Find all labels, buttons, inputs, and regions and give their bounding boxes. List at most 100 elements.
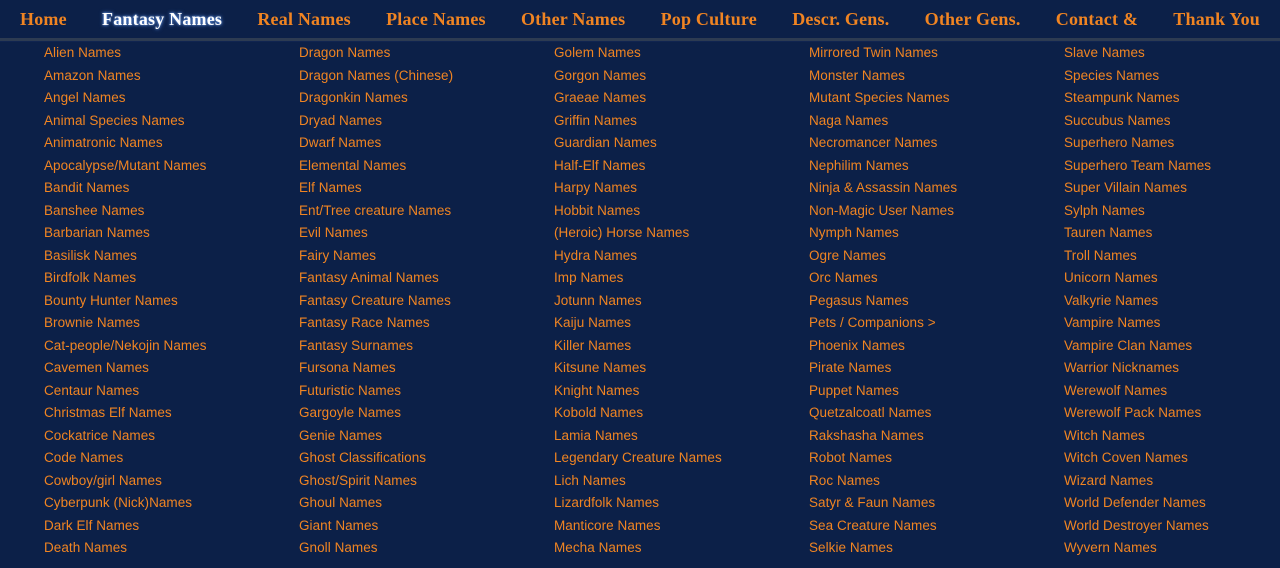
menu-link[interactable]: Mirrored Twin Names	[809, 42, 1064, 65]
menu-link[interactable]: Golem Names	[554, 42, 809, 65]
menu-link[interactable]: Naga Names	[809, 110, 1064, 133]
nav-item-other-names[interactable]: Other Names	[515, 0, 631, 38]
menu-link[interactable]: Animal Species Names	[44, 110, 299, 133]
menu-link[interactable]: Graeae Names	[554, 87, 809, 110]
menu-link[interactable]: Warrior Nicknames	[1064, 357, 1280, 380]
menu-link[interactable]: Monster Names	[809, 65, 1064, 88]
menu-link[interactable]: Code Names	[44, 447, 299, 470]
menu-link[interactable]: Barbarian Names	[44, 222, 299, 245]
menu-link[interactable]: Orc Names	[809, 267, 1064, 290]
menu-link[interactable]: Angel Names	[44, 87, 299, 110]
menu-link[interactable]: Ninja & Assassin Names	[809, 177, 1064, 200]
menu-link[interactable]: Cockatrice Names	[44, 425, 299, 448]
menu-link[interactable]: Elemental Names	[299, 155, 554, 178]
menu-link[interactable]: Dark Elf Names	[44, 515, 299, 538]
menu-link[interactable]: Pets / Companions >	[809, 312, 1064, 335]
nav-item-fantasy-names[interactable]: Fantasy Names	[96, 0, 228, 38]
menu-link[interactable]: Dragon Names	[299, 42, 554, 65]
menu-link[interactable]: Mecha Names	[554, 537, 809, 560]
menu-link[interactable]: Pirate Names	[809, 357, 1064, 380]
menu-link[interactable]: Troll Names	[1064, 245, 1280, 268]
menu-link[interactable]: Half-Elf Names	[554, 155, 809, 178]
menu-link[interactable]: Lizardfolk Names	[554, 492, 809, 515]
menu-link[interactable]: Genie Names	[299, 425, 554, 448]
menu-link[interactable]: Evil Names	[299, 222, 554, 245]
menu-link[interactable]: Imp Names	[554, 267, 809, 290]
menu-link[interactable]: World Destroyer Names	[1064, 515, 1280, 538]
menu-link[interactable]: Giant Names	[299, 515, 554, 538]
menu-link[interactable]: Sea Creature Names	[809, 515, 1064, 538]
menu-link[interactable]: Super Villain Names	[1064, 177, 1280, 200]
menu-link[interactable]: Vampire Names	[1064, 312, 1280, 335]
menu-link[interactable]: Fantasy Animal Names	[299, 267, 554, 290]
menu-link[interactable]: Centaur Names	[44, 380, 299, 403]
menu-link[interactable]: Lich Names	[554, 470, 809, 493]
menu-link[interactable]: Dragon Names (Chinese)	[299, 65, 554, 88]
menu-link[interactable]: Alien Names	[44, 42, 299, 65]
menu-link[interactable]: Dwarf Names	[299, 132, 554, 155]
menu-link[interactable]: Superhero Names	[1064, 132, 1280, 155]
nav-item-pop-culture[interactable]: Pop Culture	[655, 0, 763, 38]
menu-link[interactable]: Apocalypse/Mutant Names	[44, 155, 299, 178]
menu-link[interactable]: Species Names	[1064, 65, 1280, 88]
menu-link[interactable]: Wyvern Names	[1064, 537, 1280, 560]
menu-link[interactable]: Guardian Names	[554, 132, 809, 155]
menu-link[interactable]: Ogre Names	[809, 245, 1064, 268]
menu-link[interactable]: Non-Magic User Names	[809, 200, 1064, 223]
menu-link[interactable]: Harpy Names	[554, 177, 809, 200]
menu-link[interactable]: Valkyrie Names	[1064, 290, 1280, 313]
menu-link[interactable]: Quetzalcoatl Names	[809, 402, 1064, 425]
menu-link[interactable]: Slave Names	[1064, 42, 1280, 65]
menu-link[interactable]: Killer Names	[554, 335, 809, 358]
menu-link[interactable]: Kaiju Names	[554, 312, 809, 335]
menu-link[interactable]: Satyr & Faun Names	[809, 492, 1064, 515]
menu-link[interactable]: Ghost/Spirit Names	[299, 470, 554, 493]
menu-link[interactable]: Superhero Team Names	[1064, 155, 1280, 178]
menu-link[interactable]: Cowboy/girl Names	[44, 470, 299, 493]
menu-link[interactable]: Brownie Names	[44, 312, 299, 335]
menu-link[interactable]: Kitsune Names	[554, 357, 809, 380]
menu-link[interactable]: Banshee Names	[44, 200, 299, 223]
menu-link[interactable]: (Heroic) Horse Names	[554, 222, 809, 245]
menu-link[interactable]: Steampunk Names	[1064, 87, 1280, 110]
menu-link[interactable]: Dragonkin Names	[299, 87, 554, 110]
menu-link[interactable]: Werewolf Pack Names	[1064, 402, 1280, 425]
menu-link[interactable]: Ghost Classifications	[299, 447, 554, 470]
menu-link[interactable]: Futuristic Names	[299, 380, 554, 403]
nav-item-descr-gens[interactable]: Descr. Gens.	[786, 0, 895, 38]
menu-link[interactable]: Pegasus Names	[809, 290, 1064, 313]
menu-link[interactable]: Nephilim Names	[809, 155, 1064, 178]
menu-link[interactable]: Christmas Elf Names	[44, 402, 299, 425]
menu-link[interactable]: Fairy Names	[299, 245, 554, 268]
menu-link[interactable]: Amazon Names	[44, 65, 299, 88]
menu-link[interactable]: Necromancer Names	[809, 132, 1064, 155]
menu-link[interactable]: Cavemen Names	[44, 357, 299, 380]
menu-link[interactable]: Manticore Names	[554, 515, 809, 538]
menu-link[interactable]: Witch Names	[1064, 425, 1280, 448]
menu-link[interactable]: Mutant Species Names	[809, 87, 1064, 110]
nav-item-real-names[interactable]: Real Names	[251, 0, 356, 38]
menu-link[interactable]: Nymph Names	[809, 222, 1064, 245]
menu-link[interactable]: Rakshasha Names	[809, 425, 1064, 448]
menu-link[interactable]: Werewolf Names	[1064, 380, 1280, 403]
menu-link[interactable]: Jotunn Names	[554, 290, 809, 313]
menu-link[interactable]: Bandit Names	[44, 177, 299, 200]
nav-item-contact[interactable]: Contact &	[1050, 0, 1144, 38]
nav-item-home[interactable]: Home	[14, 0, 73, 38]
menu-link[interactable]: Cat-people/Nekojin Names	[44, 335, 299, 358]
menu-link[interactable]: Fantasy Surnames	[299, 335, 554, 358]
menu-link[interactable]: Legendary Creature Names	[554, 447, 809, 470]
menu-link[interactable]: Vampire Clan Names	[1064, 335, 1280, 358]
menu-link[interactable]: Elf Names	[299, 177, 554, 200]
menu-link[interactable]: Gargoyle Names	[299, 402, 554, 425]
menu-link[interactable]: Dryad Names	[299, 110, 554, 133]
menu-link[interactable]: Puppet Names	[809, 380, 1064, 403]
menu-link[interactable]: Roc Names	[809, 470, 1064, 493]
menu-link[interactable]: Basilisk Names	[44, 245, 299, 268]
menu-link[interactable]: Wizard Names	[1064, 470, 1280, 493]
menu-link[interactable]: Hydra Names	[554, 245, 809, 268]
menu-link[interactable]: Cyberpunk (Nick)Names	[44, 492, 299, 515]
menu-link[interactable]: Robot Names	[809, 447, 1064, 470]
menu-link[interactable]: Bounty Hunter Names	[44, 290, 299, 313]
menu-link[interactable]: World Defender Names	[1064, 492, 1280, 515]
